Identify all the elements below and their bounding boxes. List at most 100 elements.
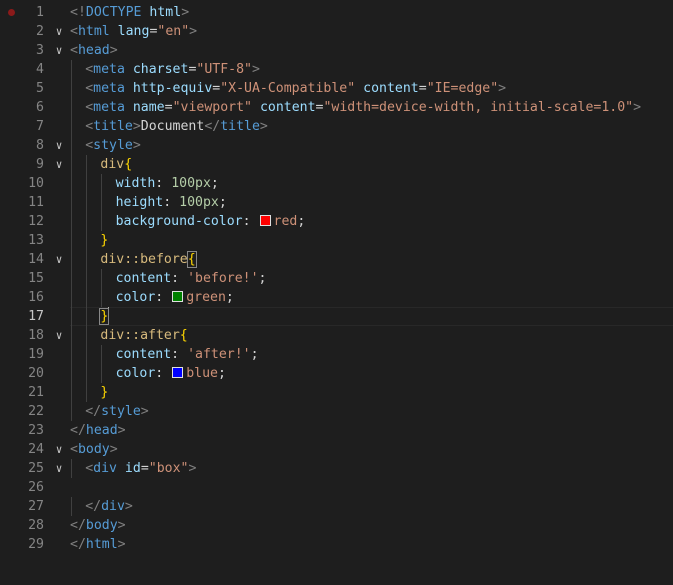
code-token: ;: [218, 195, 227, 210]
code-text: div::before{: [100, 250, 197, 269]
code-token: :: [242, 214, 259, 229]
code-line[interactable]: 8 ∨ <style>: [0, 136, 673, 155]
fold-chevron-down-icon[interactable]: ∨: [53, 136, 65, 155]
code-line[interactable]: 16 color: green;: [0, 288, 673, 307]
code-token: title: [93, 119, 133, 134]
code-line[interactable]: 9 ∨ div{: [0, 155, 673, 174]
indent-guide: [71, 345, 72, 364]
code-token: <: [85, 119, 94, 134]
code-token: >: [117, 518, 126, 533]
indent-guide: [71, 383, 72, 402]
code-text: <div id="box">: [85, 459, 196, 478]
code-text: <html lang="en">: [70, 22, 197, 41]
code-token: 100px: [179, 195, 219, 210]
code-line[interactable]: 29 </html>: [0, 535, 673, 554]
breakpoint-dot-icon[interactable]: [8, 9, 15, 16]
code-line[interactable]: 15 content: 'before!';: [0, 269, 673, 288]
code-token: ;: [258, 271, 267, 286]
code-line[interactable]: 11 height: 100px;: [0, 193, 673, 212]
code-token: div::after: [100, 328, 180, 343]
code-line[interactable]: 7 <title>Document</title>: [0, 117, 673, 136]
code-token: <: [85, 461, 94, 476]
code-token: ;: [225, 290, 234, 305]
code-line[interactable]: 25 ∨ <div id="box">: [0, 459, 673, 478]
code-line[interactable]: 4 <meta charset="UTF-8">: [0, 60, 673, 79]
code-line[interactable]: 22 </style>: [0, 402, 673, 421]
line-number: 19: [28, 347, 44, 362]
code-line[interactable]: 1 <!DOCTYPE html>: [0, 3, 673, 22]
code-line[interactable]: 26: [0, 478, 673, 497]
code-token: :: [171, 271, 188, 286]
code-line[interactable]: 19 content: 'after!';: [0, 345, 673, 364]
code-line[interactable]: 24 ∨ <body>: [0, 440, 673, 459]
code-line[interactable]: 12 background-color: red;: [0, 212, 673, 231]
code-editor[interactable]: 1 <!DOCTYPE html> 2 ∨ <html lang="en"> 3 ∨ <hea…: [0, 0, 673, 585]
indent-guide: [71, 193, 72, 212]
code-token: >: [109, 43, 118, 58]
indent-guide: [71, 98, 72, 117]
line-number: 29: [28, 537, 44, 552]
code-token: background-color: [115, 214, 243, 229]
code-text: <meta name="viewport" content="width=dev…: [85, 98, 641, 117]
fold-chevron-down-icon[interactable]: ∨: [53, 459, 65, 478]
code-token: id: [124, 461, 141, 476]
indent-guide: [71, 402, 72, 421]
code-text: <head>: [70, 41, 118, 60]
indent-guide: [86, 231, 88, 250]
code-token: width: [115, 176, 156, 191]
code-token: :: [155, 366, 172, 381]
code-line[interactable]: 27 </div>: [0, 497, 673, 516]
code-token: content: [115, 347, 172, 362]
code-line[interactable]: 5 <meta http-equiv = "X-UA-Compatible" cont…: [0, 79, 673, 98]
code-token: head: [77, 43, 110, 58]
code-token: body: [85, 518, 118, 533]
indent-guide: [71, 212, 72, 231]
line-number: 15: [28, 271, 44, 286]
code-line[interactable]: 6 <meta name="viewport" content="width=de…: [0, 98, 673, 117]
fold-chevron-down-icon[interactable]: ∨: [53, 326, 65, 345]
code-line[interactable]: 2 ∨ <html lang="en">: [0, 22, 673, 41]
code-token: meta: [93, 100, 125, 115]
line-number: 8: [36, 138, 44, 153]
code-line[interactable]: 17}: [0, 307, 673, 326]
line-number: 16: [28, 290, 44, 305]
color-swatch-icon[interactable]: [259, 215, 271, 226]
fold-chevron-down-icon[interactable]: ∨: [53, 155, 65, 174]
code-line[interactable]: 23 </head>: [0, 421, 673, 440]
fold-chevron-down-icon[interactable]: ∨: [53, 440, 65, 459]
indent-guide: [86, 364, 88, 383]
code-line[interactable]: 18 ∨ div::after{: [0, 326, 673, 345]
code-token: "width=device-width, initial-scale=1.0": [323, 100, 634, 115]
color-swatch-icon[interactable]: [172, 291, 184, 302]
code-token: name: [132, 100, 165, 115]
color-swatch-icon[interactable]: [172, 367, 184, 378]
code-token: >: [251, 62, 260, 77]
indent-guide: [71, 79, 72, 98]
code-text: background-color: red;: [116, 212, 306, 231]
code-line[interactable]: 3 ∨ <head>: [0, 41, 673, 60]
code-line[interactable]: 13}: [0, 231, 673, 250]
code-token: div: [100, 157, 125, 172]
code-line[interactable]: 10 width: 100px;: [0, 174, 673, 193]
indent-guide: [86, 212, 88, 231]
code-text: height: 100px;: [116, 193, 227, 212]
code-line[interactable]: 20 color: blue;: [0, 364, 673, 383]
code-token: html: [149, 5, 182, 20]
code-text: </html>: [70, 535, 126, 554]
indent-guide: [86, 269, 88, 288]
code-line[interactable]: 28 </body>: [0, 516, 673, 535]
matched-bracket: {: [186, 251, 197, 268]
fold-chevron-down-icon[interactable]: ∨: [53, 41, 65, 60]
code-text: content: 'after!';: [116, 345, 259, 364]
code-token: content: [363, 81, 419, 96]
code-line[interactable]: 14 ∨ div::before{: [0, 250, 673, 269]
code-token: <: [70, 43, 78, 58]
code-token: </: [85, 404, 102, 419]
fold-chevron-down-icon[interactable]: ∨: [53, 250, 65, 269]
code-line[interactable]: 21}: [0, 383, 673, 402]
code-token: meta: [93, 81, 125, 96]
fold-chevron-down-icon[interactable]: ∨: [53, 22, 65, 41]
line-number: 5: [36, 81, 44, 96]
code-text: }: [99, 307, 110, 326]
